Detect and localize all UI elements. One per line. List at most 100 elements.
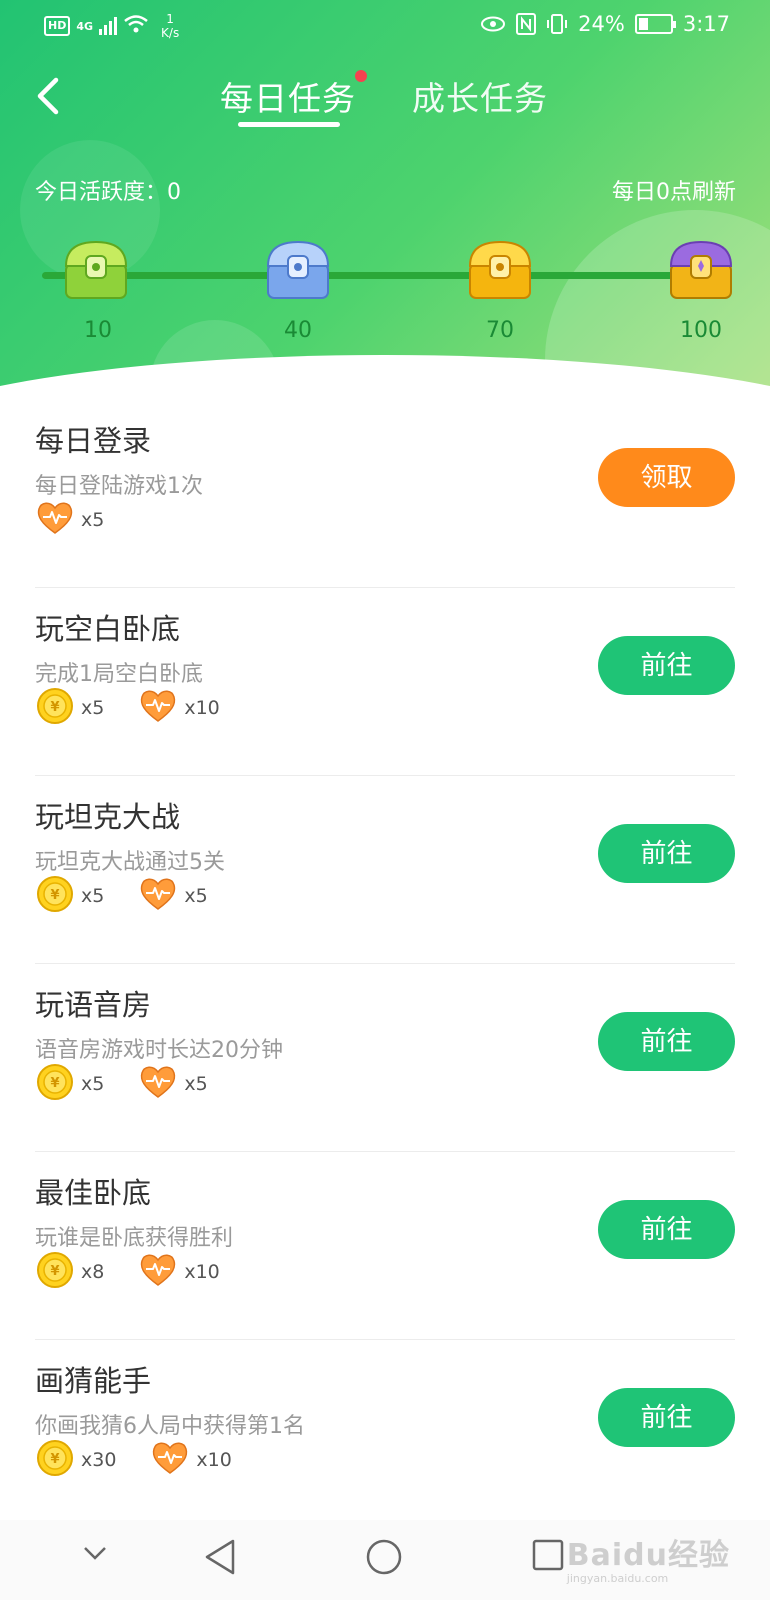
heart-icon	[138, 1062, 178, 1107]
svg-text:¥: ¥	[50, 700, 59, 715]
reward-list: ¥ x8 x10	[35, 1250, 254, 1295]
task-title: 最佳卧底	[35, 1176, 152, 1210]
battery-percent: 24%	[578, 12, 625, 36]
task-description: 玩坦克大战通过5关	[35, 850, 225, 875]
task-description: 语音房游戏时长达20分钟	[35, 1038, 283, 1063]
milestone-label: 100	[680, 318, 722, 343]
svg-text:¥: ¥	[50, 1452, 59, 1467]
svg-text:¥: ¥	[50, 1264, 59, 1279]
net-speed: 1 K/s	[161, 12, 179, 40]
reward-list: ¥ x30 x10	[35, 1438, 266, 1483]
go-button[interactable]: 前往	[598, 1200, 735, 1259]
reward-list: ¥ x5 x5	[35, 874, 242, 919]
task-row: 画猜能手你画我猜6人局中获得第1名 ¥ x30 x10 前往	[35, 1340, 735, 1528]
task-description: 你画我猜6人局中获得第1名	[35, 1414, 305, 1439]
reward-amount: x5	[184, 1073, 208, 1095]
tab-daily-tasks[interactable]: 每日任务	[220, 72, 356, 120]
reward-amount: x10	[184, 697, 220, 719]
net-speed-value: 1	[166, 12, 174, 26]
progress-track	[42, 272, 687, 279]
reward-list: x5	[35, 500, 138, 540]
go-button[interactable]: 前往	[598, 636, 735, 695]
reward-item: x5	[138, 874, 208, 919]
reward-amount: x10	[196, 1449, 232, 1471]
active-tab-indicator	[238, 122, 340, 127]
heart-icon	[138, 874, 178, 919]
task-description: 每日登陆游戏1次	[35, 474, 203, 499]
notification-dot	[355, 70, 367, 82]
milestone-label: 70	[486, 318, 514, 343]
reward-list: ¥ x5 x5	[35, 1062, 242, 1107]
watermark-text: Baidu经验	[566, 1538, 730, 1573]
task-title: 玩空白卧底	[35, 612, 181, 646]
task-row: 每日登录每日登陆游戏1次 x5 领取	[35, 400, 735, 588]
milestone-label: 40	[284, 318, 312, 343]
heart-icon	[138, 1250, 178, 1295]
watermark-url: jingyan.baidu.com	[566, 1572, 669, 1585]
chest-blue-icon[interactable]	[262, 236, 334, 304]
nav-home-icon[interactable]	[365, 1538, 403, 1576]
status-bar: HD 4G 1 K/s 24% 3:17	[0, 0, 770, 52]
task-description: 完成1局空白卧底	[35, 662, 203, 687]
heart-icon	[150, 1438, 190, 1483]
reward-amount: x5	[81, 509, 105, 531]
task-title: 每日登录	[35, 424, 152, 458]
back-arrow-icon[interactable]	[32, 76, 72, 116]
go-button[interactable]: 前往	[598, 1388, 735, 1447]
task-title: 画猜能手	[35, 1364, 152, 1398]
clock: 3:17	[682, 12, 730, 36]
chest-green-icon[interactable]	[60, 236, 132, 304]
battery-icon	[634, 14, 676, 34]
reward-item: ¥ x5	[35, 686, 104, 731]
hd-icon: HD	[44, 16, 71, 36]
reward-item: ¥ x5	[35, 874, 104, 919]
reward-item: x5	[138, 1062, 208, 1107]
chevron-down-icon[interactable]	[80, 1538, 110, 1568]
coin-icon: ¥	[35, 1062, 75, 1107]
vibrate-icon	[547, 14, 568, 34]
coin-icon: ¥	[35, 1250, 75, 1295]
claim-button[interactable]: 领取	[598, 448, 735, 507]
svg-text:¥: ¥	[50, 1076, 59, 1091]
reward-amount: x30	[81, 1449, 117, 1471]
reward-item: ¥ x30	[35, 1438, 116, 1483]
reward-item: x5	[35, 498, 104, 543]
svg-text:¥: ¥	[50, 888, 59, 903]
wifi-icon	[123, 14, 149, 39]
coin-icon: ¥	[35, 1438, 75, 1483]
task-description: 玩谁是卧底获得胜利	[35, 1226, 234, 1251]
watermark-logo: Baidu经验 jingyan.baidu.com	[567, 1530, 730, 1585]
reward-amount: x10	[184, 1261, 220, 1283]
task-title: 玩坦克大战	[35, 800, 181, 834]
reward-item: x10	[138, 686, 220, 731]
signal-icon	[99, 17, 118, 35]
net-speed-unit: K/s	[161, 26, 180, 40]
refresh-note: 每日0点刷新	[612, 180, 736, 205]
activity-score: 今日活跃度：0	[35, 180, 181, 205]
task-row: 玩空白卧底完成1局空白卧底 ¥ x5 x10 前往	[35, 588, 735, 776]
task-row: 最佳卧底玩谁是卧底获得胜利 ¥ x8 x10 前往	[35, 1152, 735, 1340]
nav-recents-icon[interactable]	[531, 1538, 565, 1572]
coin-icon: ¥	[35, 874, 75, 919]
nav-back-icon[interactable]	[203, 1538, 237, 1576]
go-button[interactable]: 前往	[598, 824, 735, 883]
reward-amount: x5	[81, 697, 105, 719]
reward-amount: x8	[81, 1261, 105, 1283]
reward-amount: x5	[81, 1073, 105, 1095]
nfc-icon	[516, 13, 537, 35]
reward-list: ¥ x5 x10	[35, 686, 254, 731]
go-button[interactable]: 前往	[598, 1012, 735, 1071]
reward-item: x10	[150, 1438, 232, 1483]
header-banner: HD 4G 1 K/s 24% 3:17 每日任务 成长任务 今日活跃度：0 每…	[0, 0, 770, 400]
reward-amount: x5	[81, 885, 105, 907]
chest-gold-icon[interactable]	[464, 236, 536, 304]
reward-amount: x5	[184, 885, 208, 907]
reward-item: ¥ x8	[35, 1250, 104, 1295]
task-row: 玩坦克大战玩坦克大战通过5关 ¥ x5 x5 前往	[35, 776, 735, 964]
chest-purple-icon[interactable]	[665, 236, 737, 304]
network-type: 4G	[76, 19, 94, 33]
task-row: 玩语音房语音房游戏时长达20分钟 ¥ x5 x5 前往	[35, 964, 735, 1152]
tab-growth-tasks[interactable]: 成长任务	[412, 72, 548, 120]
task-title: 玩语音房	[35, 988, 152, 1022]
milestone-label: 10	[84, 318, 112, 343]
